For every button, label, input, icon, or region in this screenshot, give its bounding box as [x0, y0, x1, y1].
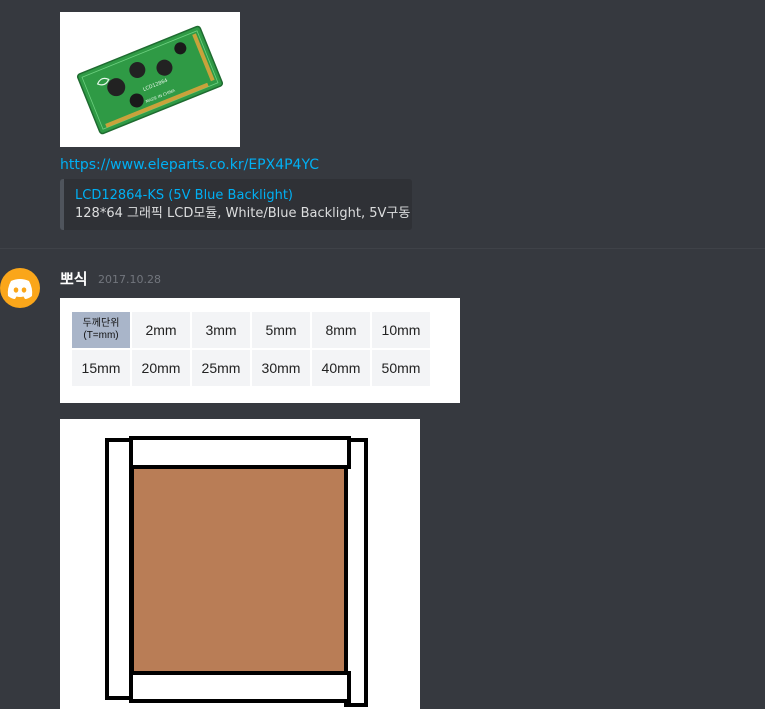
table-cell: 15mm: [72, 350, 130, 386]
lcd-board-graphic: LCD12864 MADE IN CHINA: [60, 12, 240, 147]
username[interactable]: 뽀식: [60, 268, 88, 289]
table-cell: 5mm: [252, 312, 310, 348]
lcd-module-image[interactable]: LCD12864 MADE IN CHINA: [60, 12, 240, 147]
left-side-panel: [105, 438, 133, 700]
product-link[interactable]: https://www.eleparts.co.kr/EPX4P4YC: [60, 157, 319, 173]
link-embed: LCD12864-KS (5V Blue Backlight) 128*64 그…: [60, 179, 412, 230]
message-divider: [0, 248, 765, 249]
embed-title[interactable]: LCD12864-KS (5V Blue Backlight): [75, 187, 402, 204]
table-cell: 8mm: [312, 312, 370, 348]
table-header-cell: 두께단위 (T=mm): [72, 312, 130, 348]
bottom-panel: [129, 671, 351, 703]
message-timestamp: 2017.10.28: [98, 273, 161, 286]
box-sketch: [105, 436, 368, 707]
table-cell: 25mm: [192, 350, 250, 386]
table-row: 15mm 20mm 25mm 30mm 40mm 50mm: [72, 350, 430, 386]
right-side-panel: [344, 438, 368, 707]
top-panel: [129, 436, 351, 469]
table-cell: 20mm: [132, 350, 190, 386]
thickness-table-image[interactable]: 두께단위 (T=mm) 2mm 3mm 5mm 8mm 10mm 15mm 20…: [60, 298, 460, 403]
table-cell: 40mm: [312, 350, 370, 386]
table-cell: 2mm: [132, 312, 190, 348]
table-cell: 3mm: [192, 312, 250, 348]
discord-icon: [7, 279, 33, 299]
box-sketch-image[interactable]: [60, 419, 420, 709]
table-row: 두께단위 (T=mm) 2mm 3mm 5mm 8mm 10mm: [72, 312, 430, 348]
table-cell: 10mm: [372, 312, 430, 348]
table-cell: 30mm: [252, 350, 310, 386]
header-line-2: (T=mm): [83, 330, 119, 341]
header-line-1: 두께단위: [82, 318, 120, 329]
table-cell: 50mm: [372, 350, 430, 386]
center-panel: [130, 465, 348, 675]
user-avatar[interactable]: [0, 268, 40, 308]
thickness-table: 두께단위 (T=mm) 2mm 3mm 5mm 8mm 10mm 15mm 20…: [70, 310, 432, 388]
embed-description: 128*64 그래픽 LCD모듈, White/Blue Backlight, …: [75, 206, 411, 221]
